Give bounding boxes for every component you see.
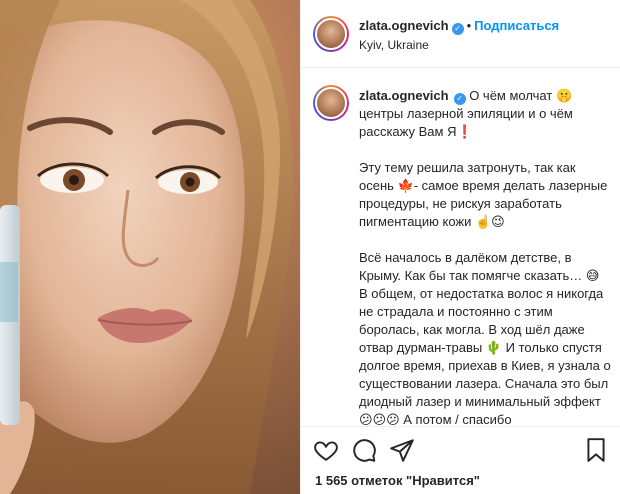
share-icon[interactable]	[389, 437, 415, 463]
author-avatar[interactable]	[313, 16, 349, 52]
caption-first-paragraph: zlata.ognevich ✓ О чём молчат 🤫 центры ла…	[359, 87, 611, 141]
likes-count[interactable]: 1 565 отметок "Нравится"	[315, 473, 480, 488]
verified-badge-icon: ✓	[453, 93, 466, 105]
post-image[interactable]	[0, 0, 300, 494]
post-side-panel: zlata.ognevich ✓ • Подписаться Kyiv, Ukrain…	[300, 0, 620, 494]
post-location[interactable]: Kyiv, Ukraine	[359, 38, 429, 52]
comment-icon[interactable]	[351, 437, 377, 463]
bookmark-icon[interactable]	[583, 437, 609, 463]
author-username[interactable]: zlata.ognevich	[359, 18, 449, 33]
post-header: zlata.ognevich ✓ • Подписаться Kyiv, Ukrain…	[301, 0, 620, 68]
caption-paragraph: Всё началось в далёком детстве, в Крыму.…	[359, 250, 611, 426]
post-caption: zlata.ognevich ✓ О чём молчат 🤫 центры ла…	[359, 87, 611, 426]
caption-paragraph: Эту тему решила затронуть, так как осень…	[359, 160, 608, 229]
caption-author-avatar[interactable]	[313, 85, 349, 121]
caption-area[interactable]: zlata.ognevich ✓ О чём молчат 🤫 центры ла…	[301, 69, 620, 426]
verified-badge-icon: ✓	[451, 23, 464, 35]
caption-author-username[interactable]: zlata.ognevich	[359, 88, 449, 103]
separator-dot: •	[466, 18, 472, 33]
portrait-illustration	[0, 0, 293, 494]
action-bar: 1 565 отметок "Нравится"	[301, 426, 620, 494]
heart-icon[interactable]	[313, 437, 339, 463]
header-user-line: zlata.ognevich ✓ • Подписаться	[359, 18, 559, 35]
follow-button[interactable]: Подписаться	[474, 18, 559, 33]
